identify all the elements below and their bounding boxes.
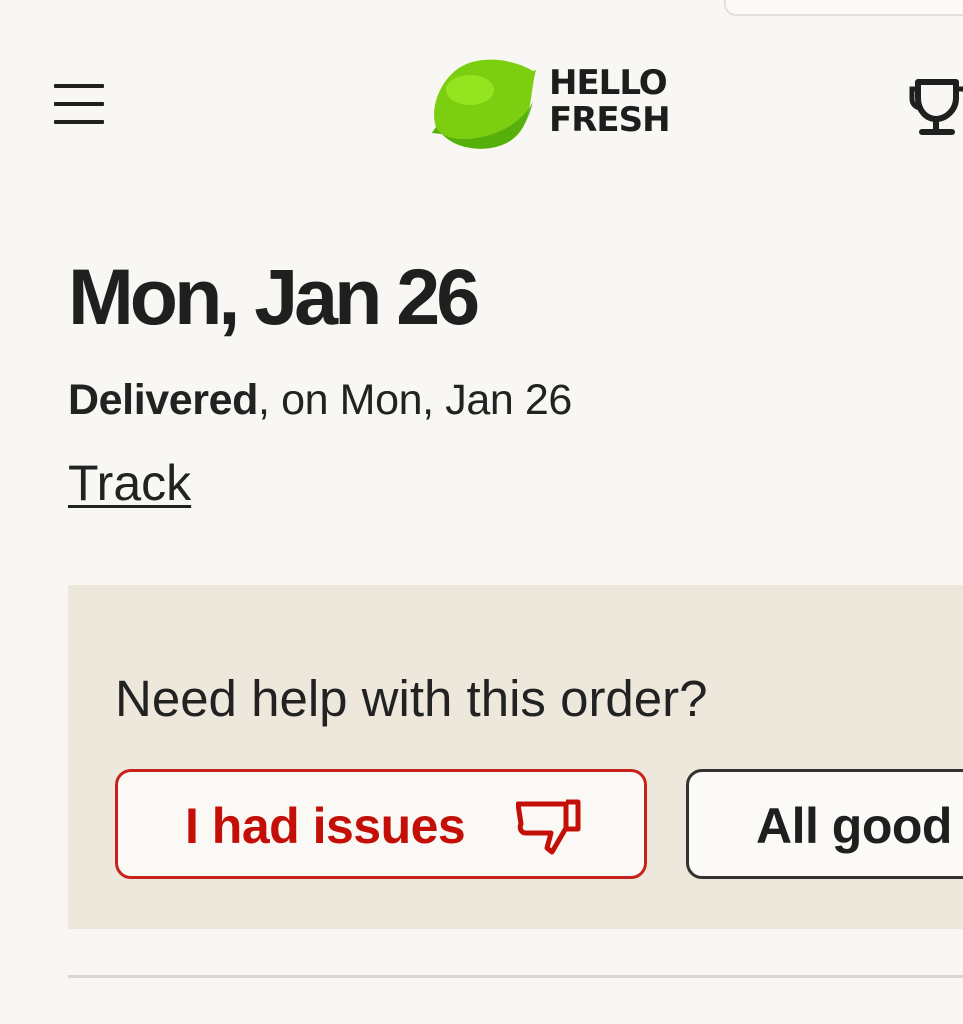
top-edge-control[interactable] bbox=[724, 0, 963, 16]
hellofresh-logo[interactable]: HELLO FRESH bbox=[428, 56, 708, 152]
help-panel: Need help with this order? I had issues … bbox=[68, 585, 963, 929]
track-link[interactable]: Track bbox=[68, 453, 191, 513]
help-question: Need help with this order? bbox=[115, 670, 708, 727]
delivery-status: Delivered, on Mon, Jan 26 bbox=[68, 372, 572, 428]
page-title: Mon, Jan 26 bbox=[68, 252, 480, 341]
brand-wordmark: HELLO FRESH bbox=[549, 65, 709, 139]
had-issues-button[interactable]: I had issues bbox=[115, 769, 647, 879]
delivery-status-date: , on Mon, Jan 26 bbox=[258, 376, 572, 424]
all-good-button[interactable]: All good bbox=[686, 769, 963, 879]
brand-line-2: FRESH bbox=[549, 100, 671, 140]
trophy-icon[interactable] bbox=[908, 74, 963, 136]
section-divider bbox=[68, 975, 963, 978]
hamburger-menu-icon[interactable] bbox=[52, 82, 106, 126]
brand-line-1: HELLO bbox=[549, 63, 668, 103]
thumbs-down-icon bbox=[516, 799, 581, 855]
delivery-status-label: Delivered bbox=[68, 376, 259, 424]
lime-logo-icon bbox=[432, 59, 536, 149]
all-good-label: All good bbox=[756, 798, 952, 854]
order-details-page: HELLO FRESH Mon, Jan 26 Delivered, on Mo… bbox=[0, 0, 963, 1024]
had-issues-label: I had issues bbox=[185, 798, 466, 854]
